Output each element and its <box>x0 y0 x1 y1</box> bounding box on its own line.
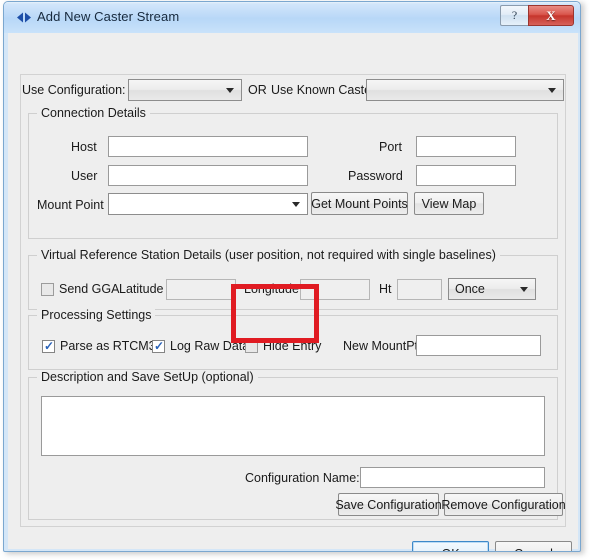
new-mountpt-input[interactable] <box>416 335 541 356</box>
host-input[interactable] <box>108 136 308 157</box>
password-input[interactable] <box>416 165 516 186</box>
ok-button[interactable]: OK <box>412 541 489 552</box>
log-raw-data-label: Log Raw Data <box>170 339 250 353</box>
mount-point-label: Mount Point <box>37 198 104 212</box>
log-raw-data-checkbox[interactable]: ✓ <box>152 340 165 353</box>
user-label: User <box>71 169 98 183</box>
view-map-button[interactable]: View Map <box>414 192 484 215</box>
chevron-down-icon <box>292 202 300 207</box>
help-button[interactable]: ? <box>500 5 528 26</box>
description-save-legend: Description and Save SetUp (optional) <box>37 370 258 384</box>
latitude-input[interactable] <box>166 279 236 300</box>
get-mount-points-button[interactable]: Get Mount Points <box>311 192 408 215</box>
cancel-label: Cancel <box>514 547 553 552</box>
network-arrows-icon <box>17 12 31 23</box>
window-title: Add New Caster Stream <box>37 9 180 24</box>
configuration-name-label: Configuration Name: <box>245 471 360 485</box>
get-mount-points-label: Get Mount Points <box>311 196 408 211</box>
new-mountpt-label: New MountPt <box>343 339 419 353</box>
dialog-window: Add New Caster Stream ? X Use Configurat… <box>3 1 581 552</box>
mount-point-combo[interactable] <box>108 193 308 215</box>
help-icon: ? <box>511 8 518 22</box>
ht-label: Ht <box>379 282 392 296</box>
port-label: Port <box>379 140 402 154</box>
view-map-label: View Map <box>421 196 477 211</box>
description-textarea[interactable] <box>41 396 545 456</box>
connection-details-legend: Connection Details <box>37 106 150 120</box>
ok-label: OK <box>441 547 459 552</box>
latitude-label: Latitude <box>119 282 164 296</box>
hide-entry-checkbox[interactable] <box>245 340 258 353</box>
save-configuration-button[interactable]: Save Configuration <box>335 493 442 516</box>
ht-input[interactable] <box>397 279 442 300</box>
chevron-down-icon <box>520 287 528 292</box>
save-configuration-label: Save Configuration <box>335 497 442 512</box>
desktop-background: Add New Caster Stream ? X Use Configurat… <box>0 0 590 560</box>
send-gga-label: Send GGA <box>59 282 120 296</box>
checkmark-icon: ✓ <box>154 339 165 353</box>
password-label: Password <box>348 169 403 183</box>
send-gga-checkbox[interactable] <box>41 283 54 296</box>
host-label: Host <box>71 140 97 154</box>
remove-configuration-button[interactable]: Remove Configuration <box>441 493 566 516</box>
port-input[interactable] <box>416 136 516 157</box>
parse-as-rtcm3-checkbox[interactable]: ✓ <box>42 340 55 353</box>
hide-entry-label: Hide Entry <box>263 339 322 353</box>
checkmark-icon: ✓ <box>44 339 55 353</box>
longitude-label: Longitude <box>244 282 299 296</box>
dialog-client-area: Use Configuration: OR Use Known Caster: … <box>8 33 578 552</box>
longitude-input[interactable] <box>300 279 370 300</box>
title-bar[interactable]: Add New Caster Stream ? X <box>4 2 580 33</box>
remove-configuration-label: Remove Configuration <box>441 497 566 512</box>
close-icon: X <box>546 7 556 23</box>
cancel-button[interactable]: Cancel <box>495 541 572 552</box>
close-button[interactable]: X <box>528 5 574 26</box>
vrs-details-legend: Virtual Reference Station Details (user … <box>37 248 500 262</box>
processing-settings-legend: Processing Settings <box>37 308 156 322</box>
user-input[interactable] <box>108 165 308 186</box>
gga-rate-combo[interactable]: Once <box>448 278 536 300</box>
configuration-name-input[interactable] <box>360 467 545 488</box>
gga-rate-value: Once <box>455 282 485 296</box>
parse-as-rtcm3-label: Parse as RTCM3 <box>60 339 156 353</box>
